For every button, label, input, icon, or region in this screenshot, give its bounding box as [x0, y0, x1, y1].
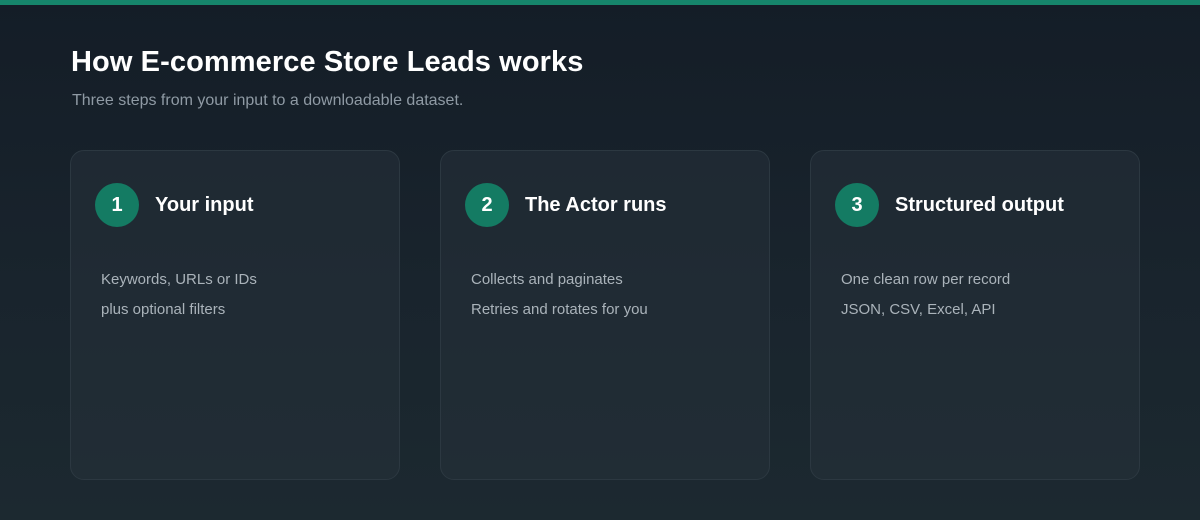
section-header: How E-commerce Store Leads works Three s…	[71, 44, 583, 111]
step-description-line: JSON, CSV, Excel, API	[841, 301, 996, 318]
step-description: Collects and paginates Retries and rotat…	[465, 265, 769, 325]
step-description: One clean row per record JSON, CSV, Exce…	[835, 265, 1139, 325]
step-number-badge: 3	[835, 183, 879, 227]
step-description-line: Keywords, URLs or IDs	[101, 271, 257, 288]
step-card-input: 1 Your input Keywords, URLs or IDs plus …	[70, 150, 400, 480]
step-title: Your input	[155, 193, 254, 216]
step-title: The Actor runs	[525, 193, 667, 216]
top-accent-bar	[0, 0, 1200, 5]
step-card-header: 2 The Actor runs	[465, 183, 769, 227]
step-card-actor-runs: 2 The Actor runs Collects and paginates …	[440, 150, 770, 480]
step-description-line: One clean row per record	[841, 271, 1011, 288]
step-number-badge: 1	[95, 183, 139, 227]
steps-list: 1 Your input Keywords, URLs or IDs plus …	[70, 150, 1140, 480]
step-number-badge: 2	[465, 183, 509, 227]
step-card-header: 1 Your input	[95, 183, 399, 227]
page-title: How E-commerce Store Leads works	[71, 46, 584, 78]
step-description-line: Collects and paginates	[471, 271, 623, 288]
step-description: Keywords, URLs or IDs plus optional filt…	[95, 265, 399, 325]
step-description-line: Retries and rotates for you	[471, 301, 648, 318]
step-description-line: plus optional filters	[101, 301, 226, 318]
step-card-header: 3 Structured output	[835, 183, 1139, 227]
step-card-output: 3 Structured output One clean row per re…	[810, 150, 1140, 480]
step-title: Structured output	[895, 193, 1064, 216]
page-subtitle: Three steps from your input to a downloa…	[72, 92, 464, 109]
